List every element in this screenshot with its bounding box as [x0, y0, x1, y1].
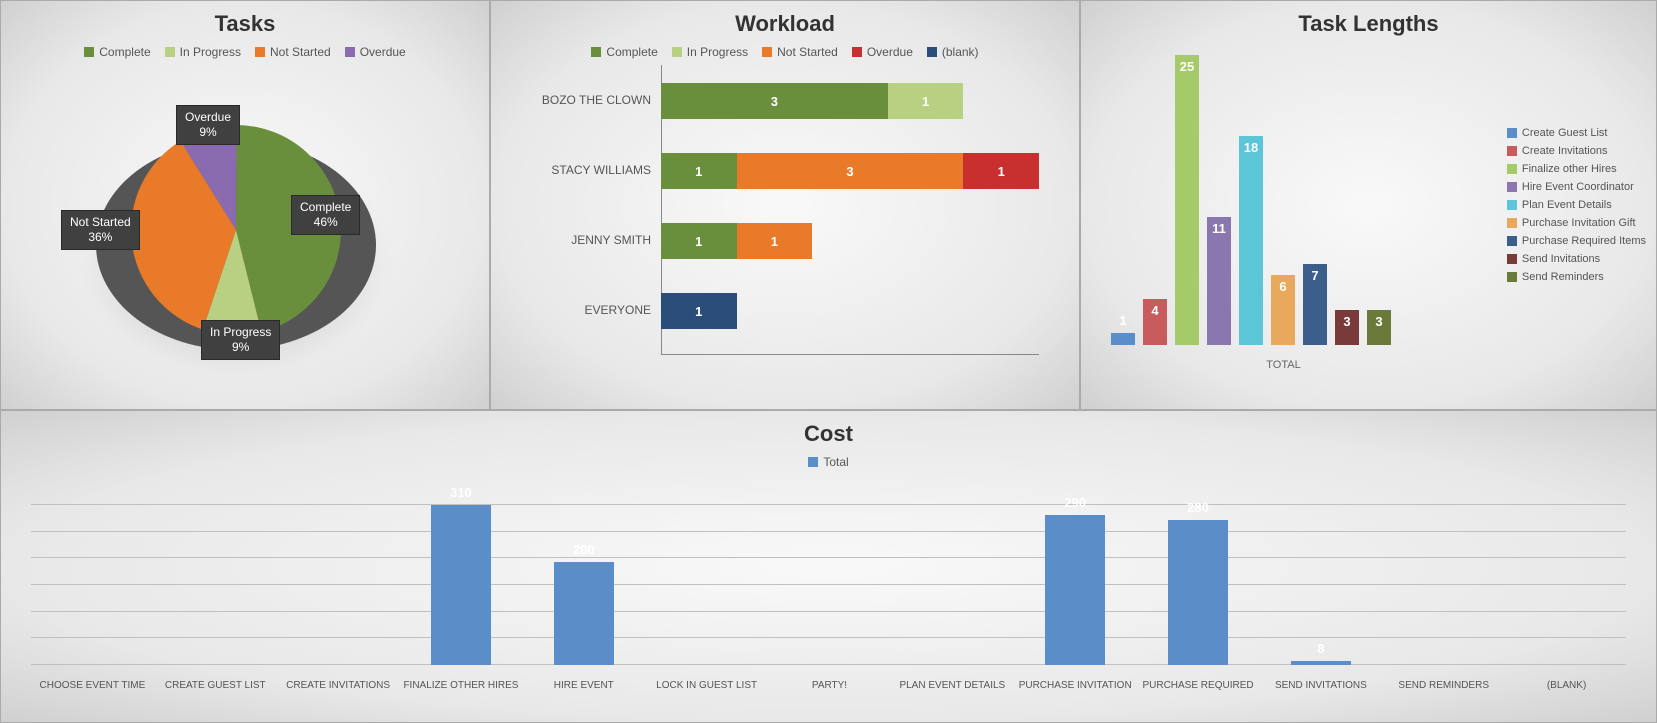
tasklength-bar: 6 [1271, 275, 1295, 345]
dashboard: Tasks Complete In Progress Not Started O… [0, 0, 1657, 723]
tasklength-bar: 3 [1367, 310, 1391, 345]
tasklengths-title: Task Lengths [1081, 11, 1656, 37]
tasklength-bar: 3 [1335, 310, 1359, 345]
tasklengths-legend: Create Guest List Create Invitations Final… [1507, 121, 1646, 289]
tasklength-legend-item: Hire Event Coordinator [1507, 181, 1646, 193]
workload-segment: 3 [737, 153, 964, 189]
workload-segment: 1 [661, 153, 737, 189]
workload-row: STACY WILLIAMS131 [511, 135, 1039, 205]
cost-bar: 290 [1045, 515, 1105, 665]
workload-row-label: STACY WILLIAMS [511, 163, 661, 177]
tasklength-bar: 11 [1207, 217, 1231, 345]
cost-panel: Cost Total CHOOSE EVENT TIMECREATE GUEST… [0, 410, 1657, 723]
tasklength-legend-item: Create Guest List [1507, 127, 1646, 139]
tasklength-bar: 1 [1111, 333, 1135, 345]
tasklength-legend-item: Finalize other Hires [1507, 163, 1646, 175]
workload-panel: Workload Complete In Progress Not Starte… [490, 0, 1080, 410]
tasklengths-panel: Task Lengths 142511186733 TOTAL Create G… [1080, 0, 1657, 410]
workload-row: BOZO THE CLOWN31 [511, 65, 1039, 135]
cost-legend: Total [1, 455, 1656, 469]
tasklength-bar: 7 [1303, 264, 1327, 345]
cost-xlabel: CREATE INVITATIONS [278, 680, 398, 691]
workload-row-label: BOZO THE CLOWN [511, 93, 661, 107]
tasklength-bar: 18 [1239, 136, 1263, 345]
tasklength-legend-item: Purchase Required Items [1507, 235, 1646, 247]
tasklength-legend-item: Create Invitations [1507, 145, 1646, 157]
tasklengths-chart: 142511186733 TOTAL [1101, 45, 1466, 375]
cost-xlabel: PURCHASE INVITATION [1015, 680, 1135, 691]
workload-row-label: JENNY SMITH [511, 233, 661, 247]
cost-xlabel: SEND REMINDERS [1384, 680, 1504, 691]
cost-bar: 310 [431, 505, 491, 665]
workload-segment: 1 [737, 223, 813, 259]
pie-label-overdue: Overdue9% [176, 105, 240, 145]
cost-xlabel: PARTY! [770, 680, 890, 691]
tasks-panel: Tasks Complete In Progress Not Started O… [0, 0, 490, 410]
legend-inprogress: In Progress [165, 45, 241, 59]
tasklength-legend-item: Plan Event Details [1507, 199, 1646, 211]
workload-chart: BOZO THE CLOWN31STACY WILLIAMS131JENNY S… [491, 65, 1079, 365]
workload-legend: Complete In Progress Not Started Overdue… [491, 45, 1079, 59]
workload-segment: 1 [888, 83, 964, 119]
tasklength-legend-item: Send Invitations [1507, 253, 1646, 265]
tasks-pie: Complete46% In Progress9% Not Started36%… [1, 65, 489, 385]
tasklengths-xlabel: TOTAL [1101, 359, 1466, 371]
cost-title: Cost [1, 421, 1656, 447]
cost-chart: CHOOSE EVENT TIMECREATE GUEST LISTCREATE… [31, 475, 1626, 695]
tasklength-legend-item: Purchase Invitation Gift [1507, 217, 1646, 229]
legend-overdue: Overdue [345, 45, 406, 59]
tasklength-bar: 4 [1143, 299, 1167, 345]
tasks-legend: Complete In Progress Not Started Overdue [1, 45, 489, 59]
cost-xlabel: PLAN EVENT DETAILS [892, 680, 1012, 691]
cost-bar: 280 [1168, 520, 1228, 665]
workload-title: Workload [491, 11, 1079, 37]
workload-segment: 3 [661, 83, 888, 119]
workload-row: EVERYONE1 [511, 275, 1039, 345]
workload-segment: 1 [661, 223, 737, 259]
cost-xlabel: SEND INVITATIONS [1261, 680, 1381, 691]
tasklength-bar: 25 [1175, 55, 1199, 345]
workload-row-label: EVERYONE [511, 303, 661, 317]
legend-notstarted: Not Started [255, 45, 331, 59]
cost-bar: 200 [554, 562, 614, 665]
pie-label-complete: Complete46% [291, 195, 360, 235]
pie-label-inprogress: In Progress9% [201, 320, 280, 360]
cost-xlabel: LOCK IN GUEST LIST [647, 680, 767, 691]
workload-row: JENNY SMITH11 [511, 205, 1039, 275]
tasks-title: Tasks [1, 11, 489, 37]
workload-segment: 1 [661, 293, 737, 329]
cost-xlabel: FINALIZE OTHER HIRES [401, 680, 521, 691]
tasklength-legend-item: Send Reminders [1507, 271, 1646, 283]
cost-xlabel: HIRE EVENT [524, 680, 644, 691]
cost-xlabel: (BLANK) [1507, 680, 1627, 691]
workload-segment: 1 [963, 153, 1039, 189]
pie-label-notstarted: Not Started36% [61, 210, 140, 250]
legend-complete: Complete [84, 45, 150, 59]
cost-xlabel: CREATE GUEST LIST [155, 680, 275, 691]
cost-bar: 8 [1291, 661, 1351, 665]
cost-xlabel: PURCHASE REQUIRED [1138, 680, 1258, 691]
cost-xlabel: CHOOSE EVENT TIME [32, 680, 152, 691]
